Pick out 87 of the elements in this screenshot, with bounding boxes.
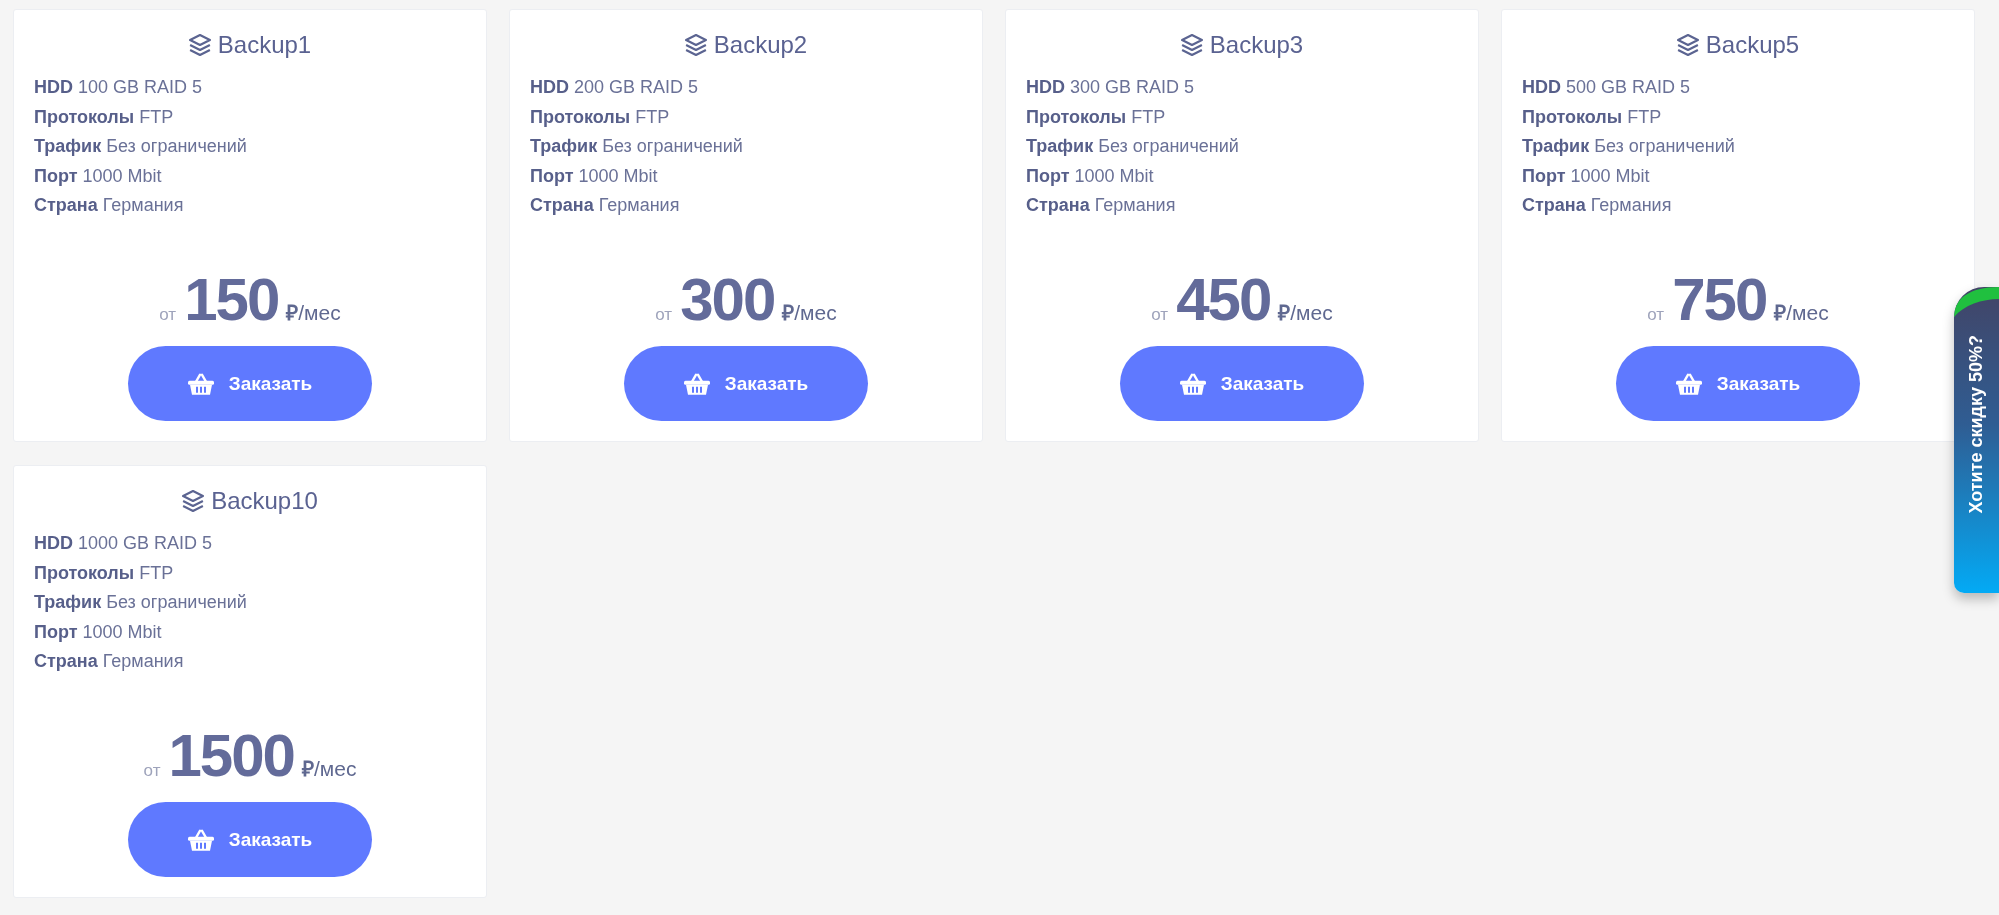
spec-value: 1000 Mbit bbox=[82, 621, 162, 642]
spec-value: Без ограничений bbox=[1594, 136, 1735, 156]
order-button[interactable]: Заказать bbox=[1616, 346, 1860, 421]
basket-icon bbox=[1675, 372, 1702, 395]
spec-value: Германия bbox=[598, 195, 680, 215]
spec-value: Германия bbox=[102, 195, 184, 215]
order-button[interactable]: Заказать bbox=[1120, 346, 1364, 421]
spec-label: Порт bbox=[34, 165, 78, 186]
spec-value: 100 GB RAID 5 bbox=[78, 77, 203, 97]
spec-label: HDD bbox=[34, 77, 73, 97]
spec-label: HDD bbox=[1026, 77, 1065, 97]
spec-label: Страна bbox=[34, 651, 98, 671]
price-unit: ₽/мес bbox=[286, 300, 341, 326]
basket-icon bbox=[187, 828, 214, 851]
spec-label: Трафик bbox=[34, 136, 102, 156]
spec-label: Протоколы bbox=[1522, 106, 1623, 127]
price-prefix: от bbox=[143, 761, 161, 781]
price-unit: ₽/мес bbox=[782, 300, 837, 326]
plan-title: Backup2 bbox=[713, 30, 808, 60]
spec-value: 1000 GB RAID 5 bbox=[78, 533, 213, 553]
spec-label: Порт bbox=[1026, 165, 1070, 186]
plan-title: Backup1 bbox=[217, 30, 312, 60]
order-button[interactable]: Заказать bbox=[128, 346, 372, 421]
spec-label: Протоколы bbox=[34, 562, 135, 583]
spec-value: 1000 Mbit bbox=[578, 165, 658, 186]
spec-label: HDD bbox=[530, 77, 569, 97]
spec-value: Без ограничений bbox=[106, 136, 247, 156]
price-amount: 1500 bbox=[168, 725, 294, 787]
spec-label: Трафик bbox=[1026, 136, 1094, 156]
basket-icon bbox=[683, 372, 710, 395]
spec-value: Без ограничений bbox=[1098, 136, 1239, 156]
spec-value: FTP bbox=[139, 562, 174, 583]
spec-label: Трафик bbox=[34, 592, 102, 612]
price-amount: 750 bbox=[1672, 269, 1767, 331]
price-unit: ₽/мес bbox=[1774, 300, 1829, 326]
spec-label: Порт bbox=[34, 621, 78, 642]
plan-title: Backup10 bbox=[211, 486, 318, 516]
price-prefix: от bbox=[1647, 305, 1665, 325]
spec-label: Протоколы bbox=[530, 106, 631, 127]
price-prefix: от bbox=[1151, 305, 1169, 325]
order-button[interactable]: Заказать bbox=[128, 802, 372, 877]
spec-label: Порт bbox=[1522, 165, 1566, 186]
spec-value: Германия bbox=[102, 651, 184, 671]
spec-value: FTP bbox=[139, 106, 174, 127]
spec-value: 500 GB RAID 5 bbox=[1566, 77, 1691, 97]
basket-icon bbox=[1179, 372, 1206, 395]
spec-label: HDD bbox=[34, 533, 73, 553]
spec-label: Протоколы bbox=[34, 106, 135, 127]
spec-value: Германия bbox=[1590, 195, 1672, 215]
spec-value: Без ограничений bbox=[602, 136, 743, 156]
price-amount: 300 bbox=[680, 269, 775, 331]
layers-icon bbox=[188, 34, 211, 56]
price-amount: 150 bbox=[184, 269, 279, 331]
layers-icon bbox=[684, 34, 707, 56]
spec-value: FTP bbox=[1627, 106, 1662, 127]
spec-value: 1000 Mbit bbox=[1074, 165, 1154, 186]
spec-value: 300 GB RAID 5 bbox=[1070, 77, 1195, 97]
spec-label: Трафик bbox=[530, 136, 598, 156]
price-unit: ₽/мес bbox=[1278, 300, 1333, 326]
layers-icon bbox=[1676, 34, 1699, 56]
spec-label: HDD bbox=[1522, 77, 1561, 97]
spec-label: Порт bbox=[530, 165, 574, 186]
price-prefix: от bbox=[655, 305, 673, 325]
spec-value: 1000 Mbit bbox=[82, 165, 162, 186]
spec-value: 200 GB RAID 5 bbox=[574, 77, 699, 97]
spec-value: FTP bbox=[1131, 106, 1166, 127]
spec-value: 1000 Mbit bbox=[1570, 165, 1650, 186]
spec-value: Германия bbox=[1094, 195, 1176, 215]
spec-value: Без ограничений bbox=[106, 592, 247, 612]
leaf-icon bbox=[1954, 287, 1999, 317]
spec-label: Страна bbox=[34, 195, 98, 215]
price-unit: ₽/мес bbox=[301, 756, 357, 782]
plan-title: Backup3 bbox=[1209, 30, 1304, 60]
layers-icon bbox=[1180, 34, 1203, 56]
spec-label: Страна bbox=[530, 195, 594, 215]
plan-title: Backup5 bbox=[1705, 30, 1800, 60]
spec-label: Страна bbox=[1522, 195, 1586, 215]
price-amount: 450 bbox=[1176, 269, 1271, 331]
spec-label: Страна bbox=[1026, 195, 1090, 215]
layers-icon bbox=[182, 490, 205, 512]
basket-icon bbox=[187, 372, 214, 395]
spec-value: FTP bbox=[635, 106, 670, 127]
spec-label: Протоколы bbox=[1026, 106, 1127, 127]
price-prefix: от bbox=[159, 305, 177, 325]
order-button[interactable]: Заказать bbox=[624, 346, 868, 421]
spec-label: Трафик bbox=[1522, 136, 1590, 156]
discount-tab[interactable]: Хотите скидку 50%? bbox=[1954, 287, 1999, 593]
